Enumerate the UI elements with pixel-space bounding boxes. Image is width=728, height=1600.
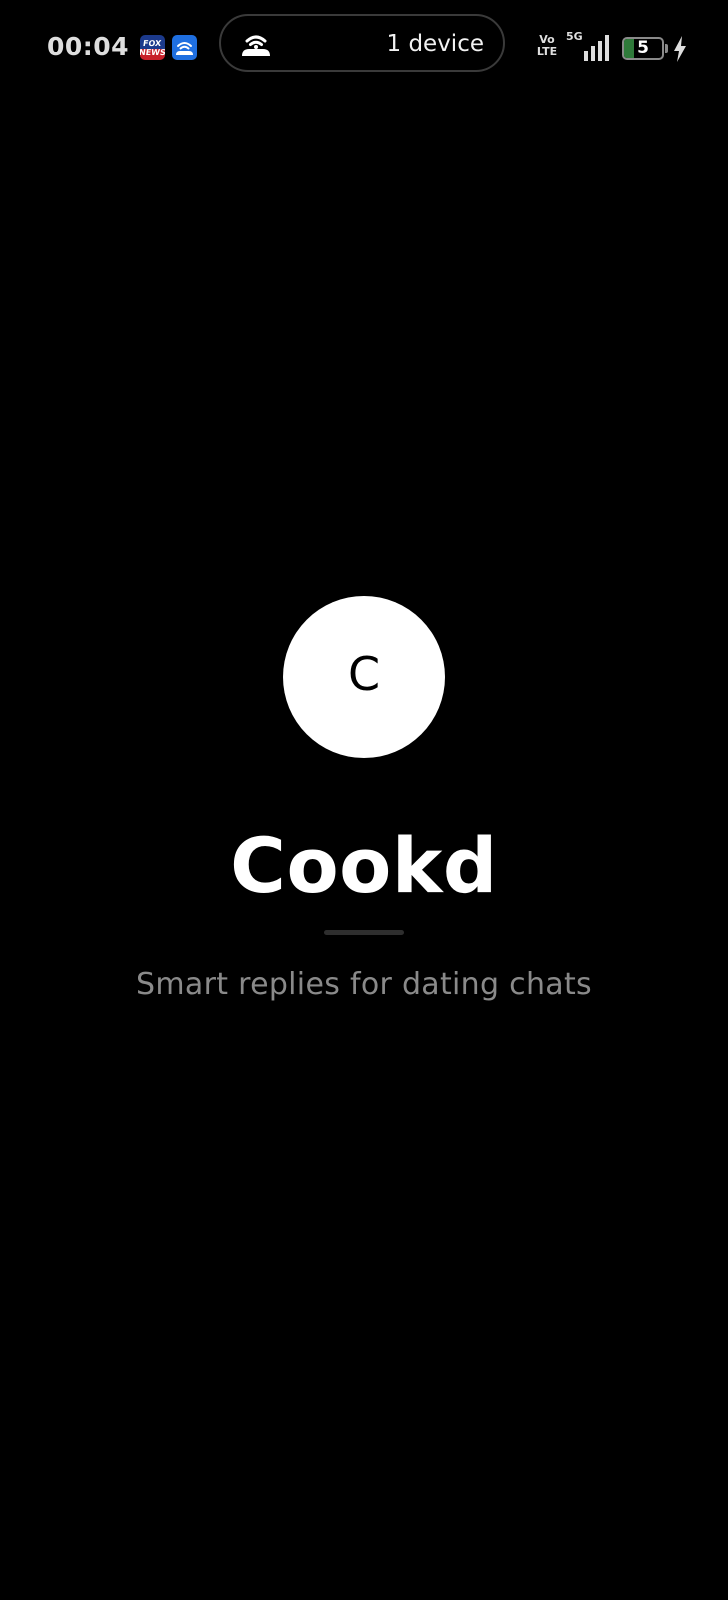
hotspot-status-pill[interactable]: 1 device xyxy=(219,14,505,72)
battery-indicator: 5 xyxy=(622,37,664,60)
volte-text-bottom: LTE xyxy=(536,45,558,58)
splash-screen: 00:04 FOX NEWS 1 device Vo LTE 5G 5 C Co… xyxy=(0,0,728,1600)
signal-bars-icon xyxy=(584,35,609,61)
hotspot-device-count: 1 device xyxy=(386,31,485,57)
fox-news-icon-text-top: FOX xyxy=(142,38,163,48)
status-bar: 00:04 FOX NEWS 1 device Vo LTE 5G 5 xyxy=(0,0,728,90)
charging-bolt-icon xyxy=(674,36,686,62)
title-divider xyxy=(324,930,404,935)
app-logo: C xyxy=(283,596,445,758)
battery-terminal xyxy=(665,44,668,53)
battery-level: 5 xyxy=(637,38,649,58)
fox-news-icon-text-bottom: NEWS xyxy=(140,47,165,57)
app-logo-letter: C xyxy=(347,647,381,701)
hotspot-icon xyxy=(242,35,270,56)
app-tagline: Smart replies for dating chats xyxy=(136,967,592,1002)
status-clock: 00:04 xyxy=(47,32,130,61)
cellular-signal: 5G xyxy=(566,31,612,61)
fox-news-icon: FOX NEWS xyxy=(140,35,165,60)
hotspot-app-icon xyxy=(172,35,197,60)
app-name: Cookd xyxy=(230,821,498,910)
volte-indicator: Vo LTE xyxy=(534,34,560,58)
